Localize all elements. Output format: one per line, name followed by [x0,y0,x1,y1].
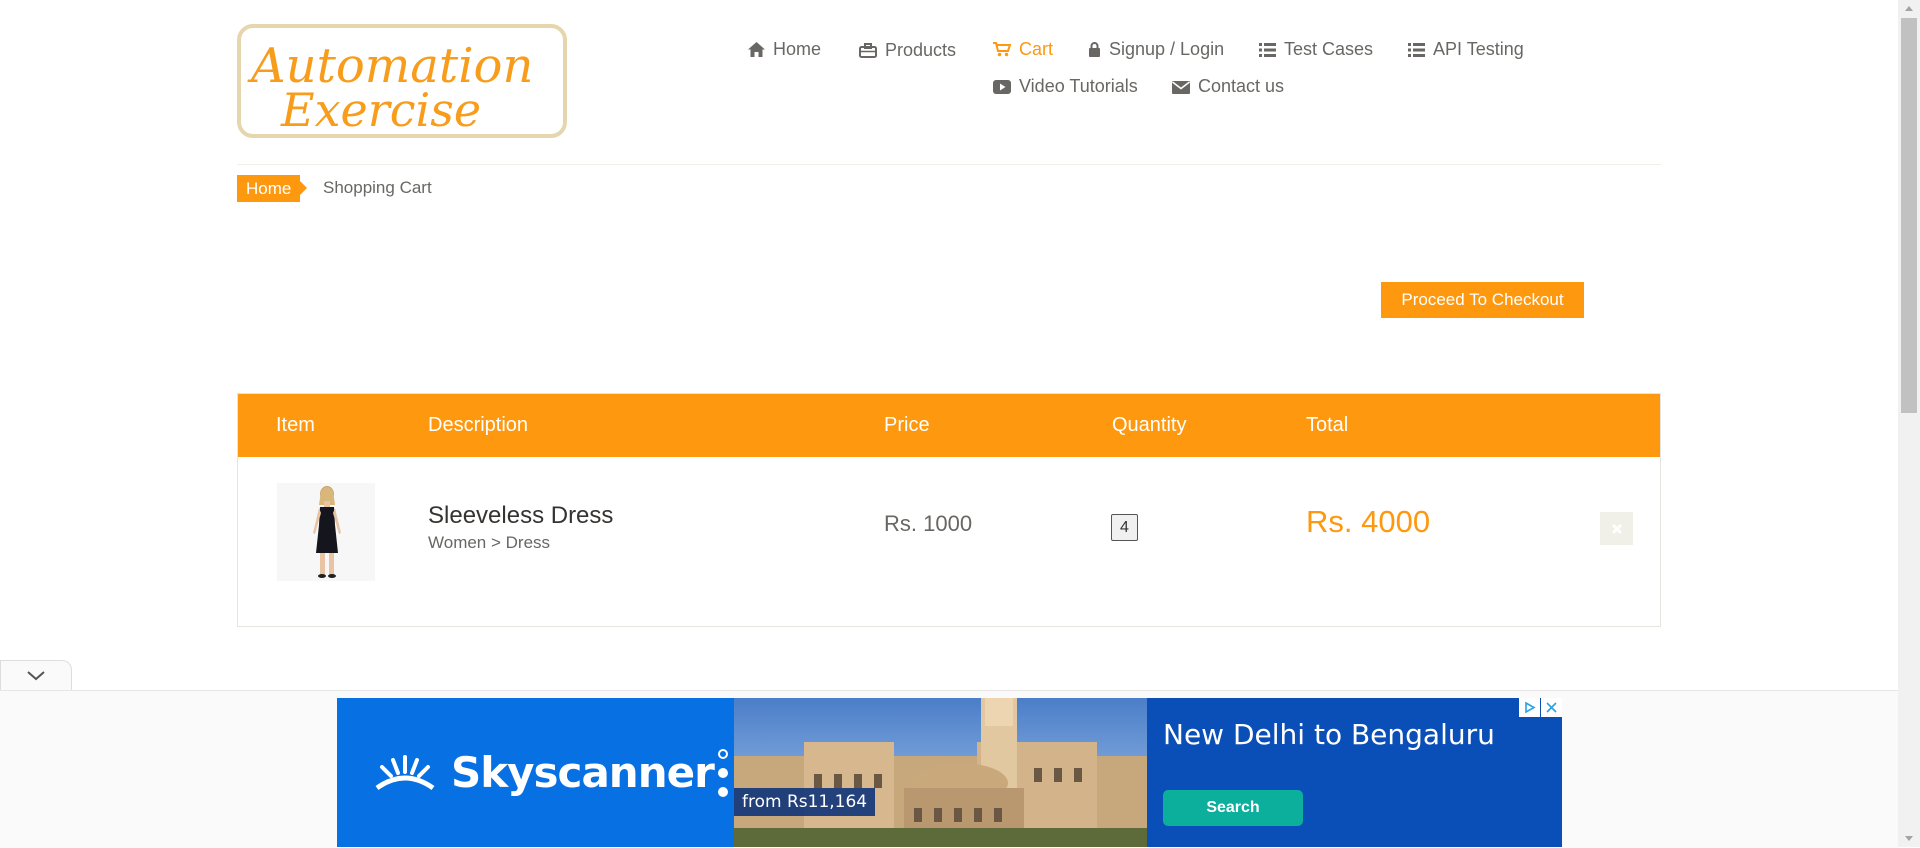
breadcrumb-home[interactable]: Home [237,175,308,202]
product-price: Rs. 1000 [884,511,973,536]
ad-destination-photo: from Rs11,164 [734,698,1147,847]
close-icon [1546,702,1557,713]
product-category: Women > Dress [428,533,551,552]
list-icon [1408,42,1425,57]
nav-video-tutorials-label: Video Tutorials [1019,76,1138,96]
caret-up-icon [1905,6,1913,11]
sunrise-logo-icon [375,754,435,790]
scroll-thumb[interactable] [1901,18,1917,413]
page: Automation Exercise Home Products Cart S… [0,0,1898,848]
nav-home[interactable]: Home [748,39,821,60]
nav-home-label: Home [773,39,822,59]
scroll-down-arrow[interactable] [1898,830,1920,847]
header-price: Price [884,414,930,436]
header-quantity: Quantity [1112,414,1187,436]
ad-carousel-dots [718,749,728,797]
chevron-down-icon [27,671,45,681]
carousel-dot[interactable] [718,787,728,797]
product-total: Rs. 4000 [1306,504,1431,539]
page-scrollbar[interactable] [1898,0,1920,847]
header-divider [237,164,1661,165]
delete-item-button[interactable] [1600,512,1633,545]
home-icon [748,42,765,57]
product-image[interactable] [277,483,375,581]
nav-video-tutorials[interactable]: Video Tutorials [993,76,1138,97]
cart-table: Item Description Price Quantity Total Sl… [237,393,1661,627]
nav-contact-us[interactable]: Contact us [1172,76,1284,97]
dress-model-image [277,483,375,581]
nav-products-label: Products [885,40,957,60]
carousel-dot[interactable] [718,768,728,778]
product-name[interactable]: Sleeveless Dress [428,502,613,530]
nav-signup-login-label: Signup / Login [1109,39,1225,59]
nav-test-cases[interactable]: Test Cases [1259,39,1373,60]
ad-headline: New Delhi to Bengaluru [1163,718,1495,751]
site-logo[interactable]: Automation Exercise [237,24,567,138]
list-icon [1259,42,1276,57]
lock-icon [1089,42,1100,57]
ad-choices-icon[interactable] [1519,698,1540,717]
ad-close-button[interactable] [1541,698,1562,717]
briefcase-icon [859,43,877,58]
caret-down-icon [1905,836,1913,841]
logo-text-line2: Exercise [280,83,481,134]
nav-cart-label: Cart [1019,39,1054,59]
header-item: Item [276,414,315,436]
close-icon [1611,523,1622,534]
nav-api-testing[interactable]: API Testing [1408,39,1524,60]
nav-products[interactable]: Products [859,40,956,61]
palace-photo [734,698,1147,847]
header-description: Description [428,414,529,436]
ad-search-button[interactable]: Search [1163,790,1303,826]
cart-icon [993,42,1011,57]
skyscanner-ad[interactable]: Skyscanner from Rs11,164 New Delhi to Be… [337,698,1562,847]
envelope-icon [1172,80,1190,94]
nav-cart[interactable]: Cart [993,39,1053,60]
ad-brand-name: Skyscanner [451,748,715,797]
ad-cta-panel: New Delhi to Bengaluru Search [1147,698,1562,847]
info-icon [1525,701,1536,714]
ad-collapse-toggle[interactable] [0,660,72,691]
header-total: Total [1306,414,1349,436]
nav-signup-login[interactable]: Signup / Login [1088,39,1224,60]
cart-table-header: Item Description Price Quantity Total [238,394,1660,457]
product-quantity: 4 [1111,514,1138,541]
youtube-icon [993,79,1011,94]
breadcrumb-current: Shopping Cart [323,178,432,197]
nav-test-cases-label: Test Cases [1284,39,1374,59]
carousel-dot[interactable] [718,749,728,759]
scroll-up-arrow[interactable] [1898,0,1920,17]
nav-api-testing-label: API Testing [1433,39,1524,59]
proceed-to-checkout-button[interactable]: Proceed To Checkout [1381,282,1584,318]
ad-price-tag: from Rs11,164 [734,788,876,816]
ad-brand: Skyscanner [373,748,715,797]
nav-contact-us-label: Contact us [1198,76,1285,96]
